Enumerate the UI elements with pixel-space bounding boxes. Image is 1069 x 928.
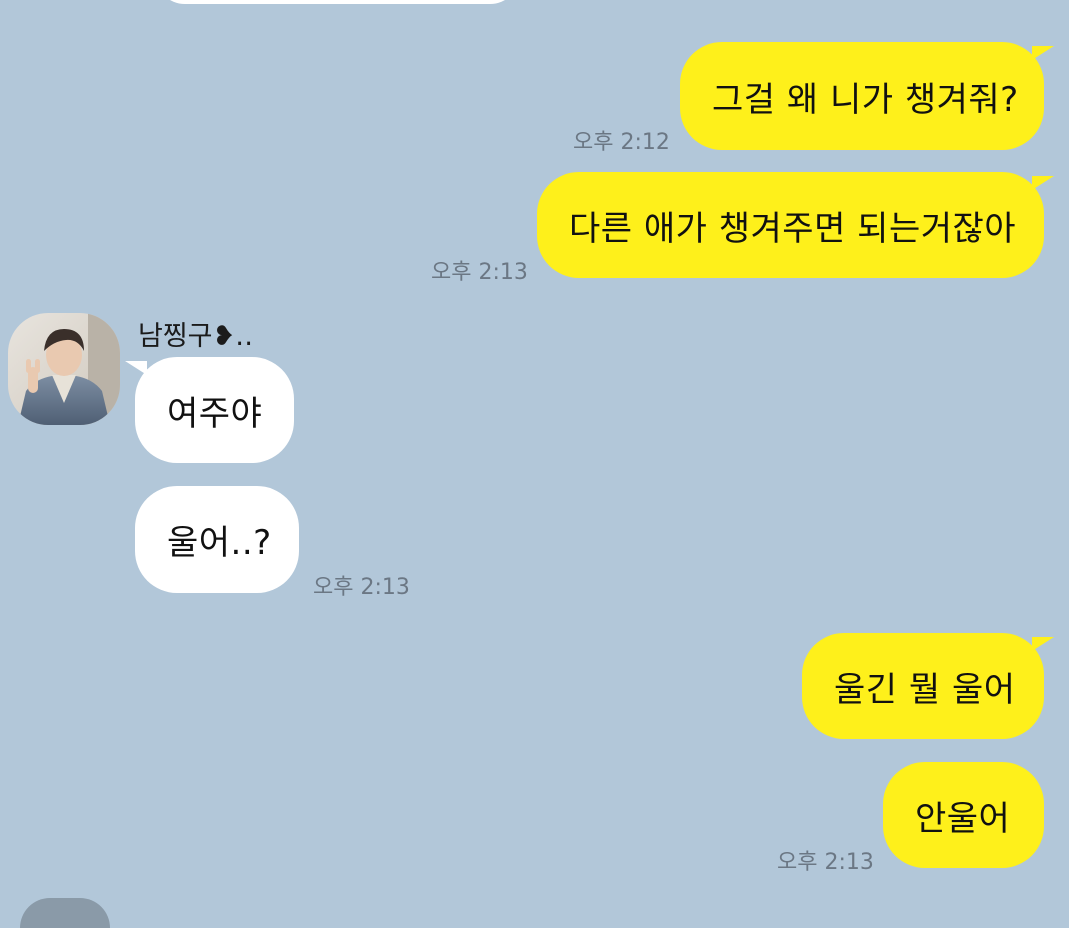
- chat-room: 그걸 왜 니가 챙겨줘? 오후 2:12 다른 애가 챙겨주면 되는거잖아 오후…: [0, 0, 1069, 928]
- next-avatar-partial: [20, 898, 110, 928]
- friend-avatar[interactable]: [8, 313, 120, 425]
- message-time: 오후 2:12: [573, 130, 670, 155]
- bubble-tail: [1032, 637, 1054, 651]
- message-bubble[interactable]: 다른 애가 챙겨주면 되는거잖아: [537, 172, 1044, 278]
- message-text: 울어..?: [167, 523, 272, 563]
- message-text: 안울어: [915, 798, 1011, 839]
- message-text: 다른 애가 챙겨주면 되는거잖아: [569, 208, 1017, 249]
- message-bubble[interactable]: 안울어: [883, 762, 1044, 868]
- message-bubble[interactable]: 그걸 왜 니가 챙겨줘?: [680, 42, 1044, 150]
- message-bubble[interactable]: 울어..?: [135, 486, 299, 593]
- bubble-tail: [1032, 176, 1054, 190]
- message-time: 오후 2:13: [313, 575, 410, 600]
- sender-name: 남찡구❥‥: [138, 321, 254, 352]
- message-text: 울긴 뭘 울어: [834, 669, 1016, 710]
- message-time: 오후 2:13: [777, 850, 874, 875]
- message-bubble[interactable]: 울긴 뭘 울어: [802, 633, 1044, 739]
- message-time: 오후 2:13: [431, 260, 528, 285]
- message-text: 여주야: [167, 393, 263, 434]
- profile-photo-icon: [8, 313, 120, 425]
- message-bubble[interactable]: 여주야: [135, 357, 294, 463]
- message-text: 그걸 왜 니가 챙겨줘?: [712, 79, 1019, 120]
- bubble-tail: [125, 361, 147, 375]
- bubble-tail: [1032, 46, 1054, 60]
- previous-message-bubble[interactable]: [155, 0, 520, 4]
